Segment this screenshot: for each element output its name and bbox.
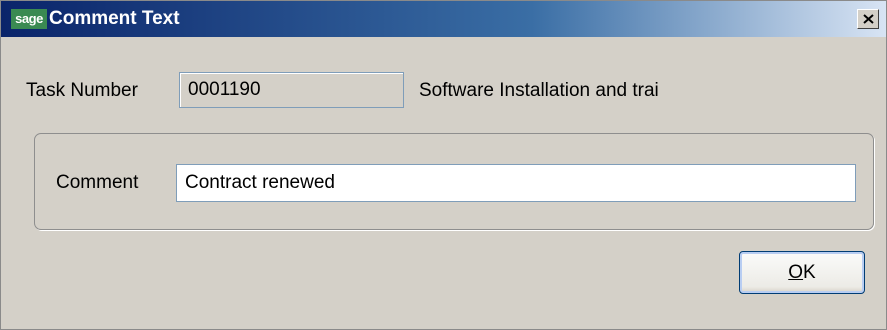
close-icon bbox=[863, 14, 874, 24]
window-title: Comment Text bbox=[49, 8, 180, 29]
ok-mnemonic: O bbox=[788, 262, 804, 283]
sage-logo: sage bbox=[11, 9, 47, 29]
task-number-field: 0001190 bbox=[179, 72, 404, 108]
comment-input[interactable] bbox=[176, 164, 856, 202]
task-description: Software Installation and trai bbox=[419, 80, 659, 101]
comment-text-dialog: sage Comment Text Task Number 0001190 So… bbox=[0, 0, 887, 330]
comment-label: Comment bbox=[56, 172, 139, 193]
ok-label-rest: K bbox=[803, 262, 816, 283]
ok-button[interactable]: OK bbox=[739, 251, 865, 294]
task-number-label: Task Number bbox=[26, 80, 138, 101]
close-button[interactable] bbox=[857, 9, 879, 29]
title-bar[interactable]: sage Comment Text bbox=[1, 1, 886, 37]
